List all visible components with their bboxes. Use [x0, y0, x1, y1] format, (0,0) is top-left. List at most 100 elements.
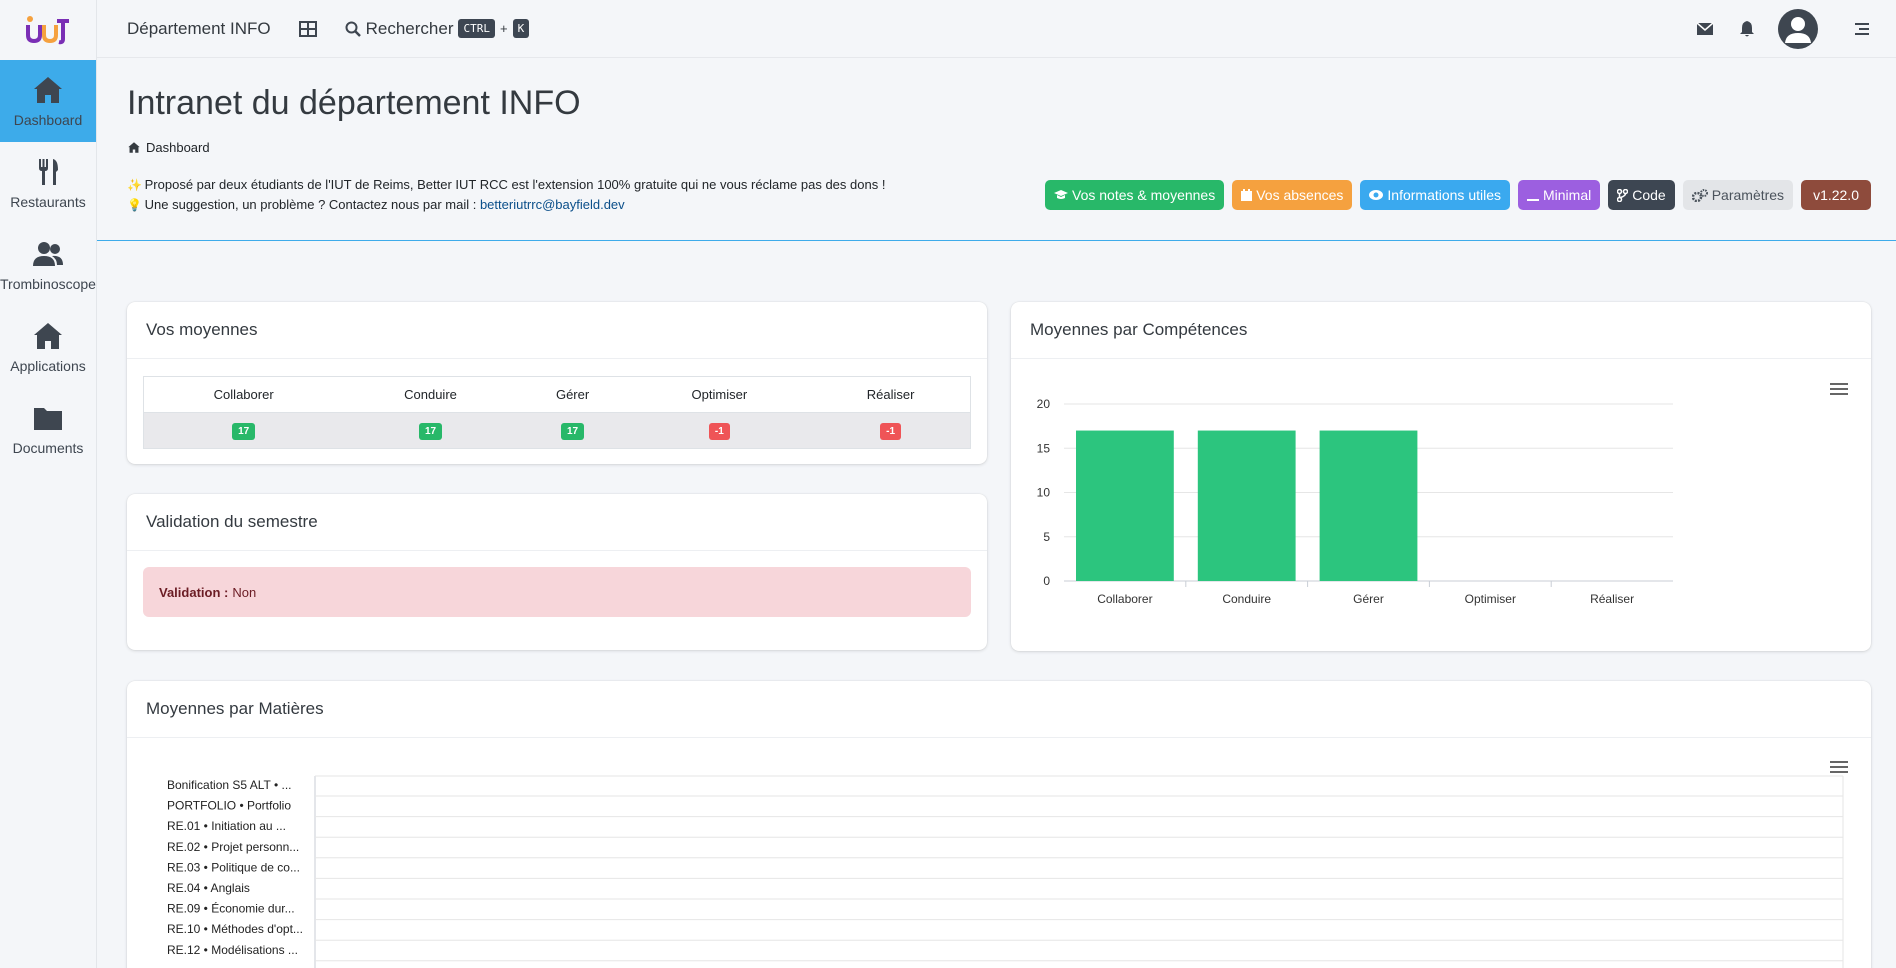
validation-alert: Validation : Non: [143, 567, 971, 617]
card-title: Validation du semestre: [127, 494, 987, 551]
row-label: RE.09 • Économie dur...: [167, 901, 295, 916]
sidebar-item-label: Applications: [10, 358, 86, 374]
lightbulb-icon: 💡: [127, 198, 142, 212]
kbd-k: K: [512, 19, 530, 38]
validation-label: Validation :: [159, 584, 229, 600]
grade-badge: 17: [561, 422, 585, 440]
info-line-1: Proposé par deux étudiants de l'IUT de R…: [144, 177, 886, 192]
row-label: RE.10 • Méthodes d'opt...: [167, 922, 303, 936]
validation-card: Validation du semestre Validation : Non: [127, 494, 987, 650]
table-header: Gérer: [517, 376, 628, 413]
code-button[interactable]: Code: [1608, 180, 1675, 210]
sidebar-item-restaurants[interactable]: Restaurants: [0, 142, 96, 224]
utensils-icon: [39, 159, 58, 185]
x-tick-label: Optimiser: [1465, 592, 1516, 606]
y-tick-label: 10: [1037, 486, 1051, 500]
bell-icon[interactable]: [1738, 20, 1756, 38]
competences-card: Moyennes par Compétences 0 5 10 15 20 Collabo…: [1011, 302, 1871, 651]
folder-icon: [34, 408, 62, 430]
bar: [1319, 430, 1418, 581]
moyennes-table: Collaborer Conduire Gérer Optimiser Réal…: [143, 376, 972, 449]
header-divider: [97, 240, 1896, 241]
infos-button[interactable]: Informations utiles: [1360, 180, 1510, 210]
y-tick-label: 20: [1037, 397, 1051, 411]
table-header-row: Collaborer Conduire Gérer Optimiser Réal…: [143, 376, 972, 413]
sparkles-icon: ✨: [127, 178, 142, 192]
cogs-icon: [1691, 188, 1708, 202]
grid-icon[interactable]: [298, 20, 317, 38]
code-branch-icon: [1617, 188, 1629, 202]
search-icon: [345, 21, 361, 37]
sidebar-item-dashboard[interactable]: Dashboard: [0, 60, 96, 142]
table-cell: 17: [143, 412, 344, 449]
row-label: RE.01 • Initiation au ...: [167, 819, 286, 833]
button-label: Minimal: [1543, 187, 1592, 203]
avatar[interactable]: [1778, 9, 1818, 49]
y-tick-label: 5: [1043, 530, 1050, 544]
sidebar-item-label: Trombinoscope: [0, 276, 96, 292]
users-icon: [33, 242, 63, 266]
version-button[interactable]: v1.22.0: [1801, 180, 1871, 210]
row-label: RE.02 • Projet personn...: [167, 840, 299, 854]
sidebar-item-label: Restaurants: [10, 194, 86, 210]
info-lines: ✨ Proposé par deux étudiants de l'IUT de…: [127, 175, 885, 215]
page-title: Intranet du département INFO: [127, 84, 581, 122]
grade-badge: 17: [418, 422, 443, 440]
eye-icon: [1369, 190, 1384, 200]
table-cell: -1: [811, 412, 972, 449]
user-icon: [1785, 17, 1811, 43]
notes-button[interactable]: Vos notes & moyennes: [1045, 180, 1225, 210]
envelope-icon[interactable]: [1696, 20, 1714, 38]
table-header: Optimiser: [627, 376, 812, 413]
y-tick-label: 15: [1037, 441, 1051, 455]
x-tick-label: Collaborer: [1097, 592, 1152, 606]
sidebar-toggle-icon[interactable]: [1852, 20, 1870, 38]
sidebar-item-trombinoscope[interactable]: Trombinoscope: [0, 224, 96, 306]
bar: [1197, 430, 1296, 581]
moyennes-card: Vos moyennes Collaborer Conduire Gérer O…: [127, 302, 987, 464]
graduation-cap-icon: [1054, 190, 1069, 199]
table-cell: 17: [343, 412, 518, 449]
button-label: Vos absences: [1256, 187, 1344, 203]
button-label: Vos notes & moyennes: [1072, 187, 1216, 203]
x-tick-label: Conduire: [1222, 592, 1271, 606]
competences-chart: 0 5 10 15 20 Collaborer Conduire Gérer Optimiser…: [1037, 397, 1673, 606]
button-label: Paramètres: [1711, 187, 1785, 203]
sidebar: Dashboard Restaurants Trombinoscope Appl…: [0, 0, 97, 968]
x-tick-label: Gérer: [1353, 592, 1384, 606]
logo-icon: [26, 16, 69, 45]
calendar-icon: [1241, 189, 1253, 201]
sidebar-item-label: Documents: [12, 440, 84, 456]
breadcrumb-item[interactable]: Dashboard: [146, 140, 210, 155]
bar: [1076, 430, 1174, 581]
grade-badge: 17: [232, 422, 256, 440]
parametres-button[interactable]: Paramètres: [1682, 180, 1794, 210]
home-icon: [34, 323, 62, 349]
grade-badge: -1: [708, 422, 730, 440]
home-icon: [128, 142, 140, 153]
button-label: v1.22.0: [1813, 187, 1859, 203]
row-label: RE.03 • Politique de co...: [167, 860, 300, 874]
home-icon: [34, 77, 62, 103]
row-label: RE.04 • Anglais: [167, 881, 250, 895]
minimal-button[interactable]: Minimal: [1518, 180, 1601, 210]
validation-value: Non: [232, 584, 257, 600]
search-button[interactable]: Rechercher CTRL + K: [345, 19, 530, 39]
table-cell: 17: [517, 412, 628, 449]
search-label: Rechercher: [365, 18, 454, 38]
breadcrumb: Dashboard: [127, 140, 210, 155]
contact-email-link[interactable]: betteriutrrc@bayfield.dev: [480, 197, 625, 212]
table-header: Réaliser: [811, 376, 972, 413]
matieres-card: Moyennes par Matières Bonification S5 AL…: [127, 681, 1871, 968]
button-label: Code: [1632, 187, 1666, 203]
info-line-2: Une suggestion, un problème ? Contactez …: [144, 197, 477, 212]
sidebar-item-applications[interactable]: Applications: [0, 306, 96, 388]
y-tick-label: 0: [1043, 574, 1050, 588]
kbd-plus: +: [499, 21, 508, 36]
table-cell: -1: [627, 412, 812, 449]
iut-logo[interactable]: [0, 0, 96, 60]
row-label: RE.12 • Modélisations ...: [167, 943, 298, 957]
sidebar-item-documents[interactable]: Documents: [0, 388, 96, 470]
absences-button[interactable]: Vos absences: [1232, 180, 1353, 210]
topbar-title[interactable]: Département INFO: [127, 19, 271, 39]
